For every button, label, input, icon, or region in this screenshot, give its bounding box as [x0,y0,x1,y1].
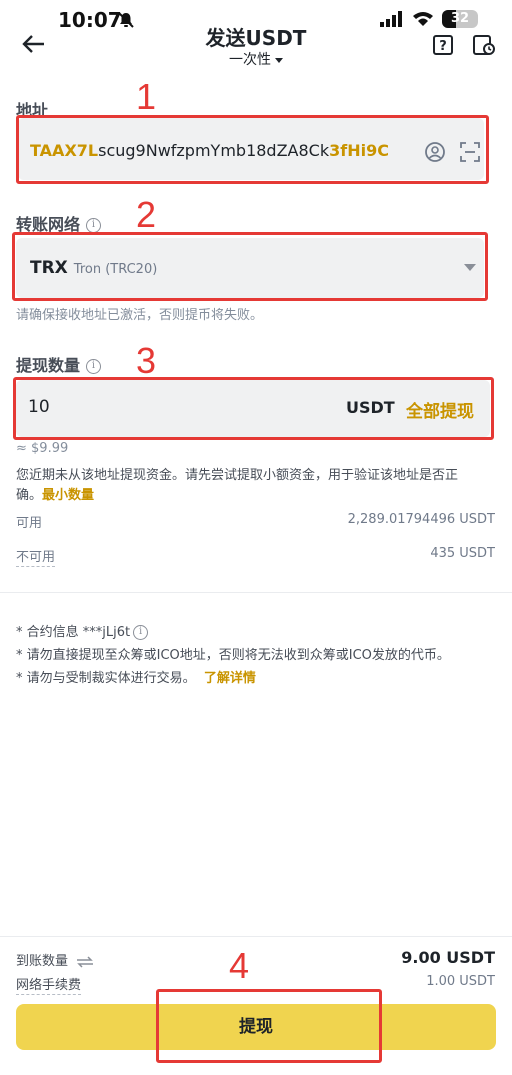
chevron-down-icon [275,57,283,63]
footer-divider [0,936,512,937]
receive-label: 到账数量 [16,950,94,969]
network-hint: 请确保接收地址已激活，否则提币将失败。 [16,308,264,323]
ico-warning: * 请勿直接提现至众筹或ICO地址，否则将无法收到众筹或ICO发放的代币。 [16,648,450,663]
history-icon[interactable] [472,34,496,56]
annotation-4: 4 [229,945,250,986]
address-value[interactable]: TAAX7Lscug9NwfzpmYmb18dZA8Ck3fHi9C [30,141,389,160]
fee-value: 1.00 USDT [426,974,495,989]
chevron-down-icon[interactable] [464,264,476,271]
amount-label: 提现数量 i [16,352,102,376]
fee-label[interactable]: 网络手续费 [16,974,82,995]
help-book-icon[interactable]: ? [432,34,454,56]
unavailable-label[interactable]: 不可用 [16,546,56,567]
annotation-2: 2 [136,194,157,235]
annotation-3: 3 [136,340,157,381]
unavailable-value: 435 USDT [430,546,495,561]
contact-book-icon[interactable] [424,141,446,163]
learn-more-link[interactable]: 了解详情 [204,671,256,686]
info-icon[interactable]: i [86,218,102,233]
info-icon[interactable]: i [86,359,102,374]
sanction-warning: * 请勿与受制裁实体进行交易。 了解详情 [16,671,256,686]
info-icon[interactable]: i [133,625,149,640]
network-selected: TRX Tron (TRC20) [30,258,158,278]
scan-qr-icon[interactable] [459,141,481,163]
amount-warning: 您近期未从该地址提现资金。请先尝试提取小额资金，用于验证该地址是否正确。最小数量 [16,468,459,503]
available-value: 2,289.01794496 USDT [347,512,495,527]
amount-approx: ≈ $9.99 [16,441,69,456]
max-button[interactable]: 全部提现 [406,397,474,422]
amount-input[interactable]: 10 [28,397,50,417]
divider [0,592,512,593]
receive-value: 9.00 USDT [401,948,495,967]
available-label: 可用 [16,516,43,531]
amount-unit: USDT [346,398,395,417]
swap-icon[interactable] [76,955,94,968]
annotation-1: 1 [136,76,157,117]
min-amount-link[interactable]: 最小数量 [42,488,94,503]
annotation-box-4 [156,989,382,1063]
contract-info: * 合约信息 ***jLj6t i [16,621,149,640]
svg-text:?: ? [439,39,447,54]
